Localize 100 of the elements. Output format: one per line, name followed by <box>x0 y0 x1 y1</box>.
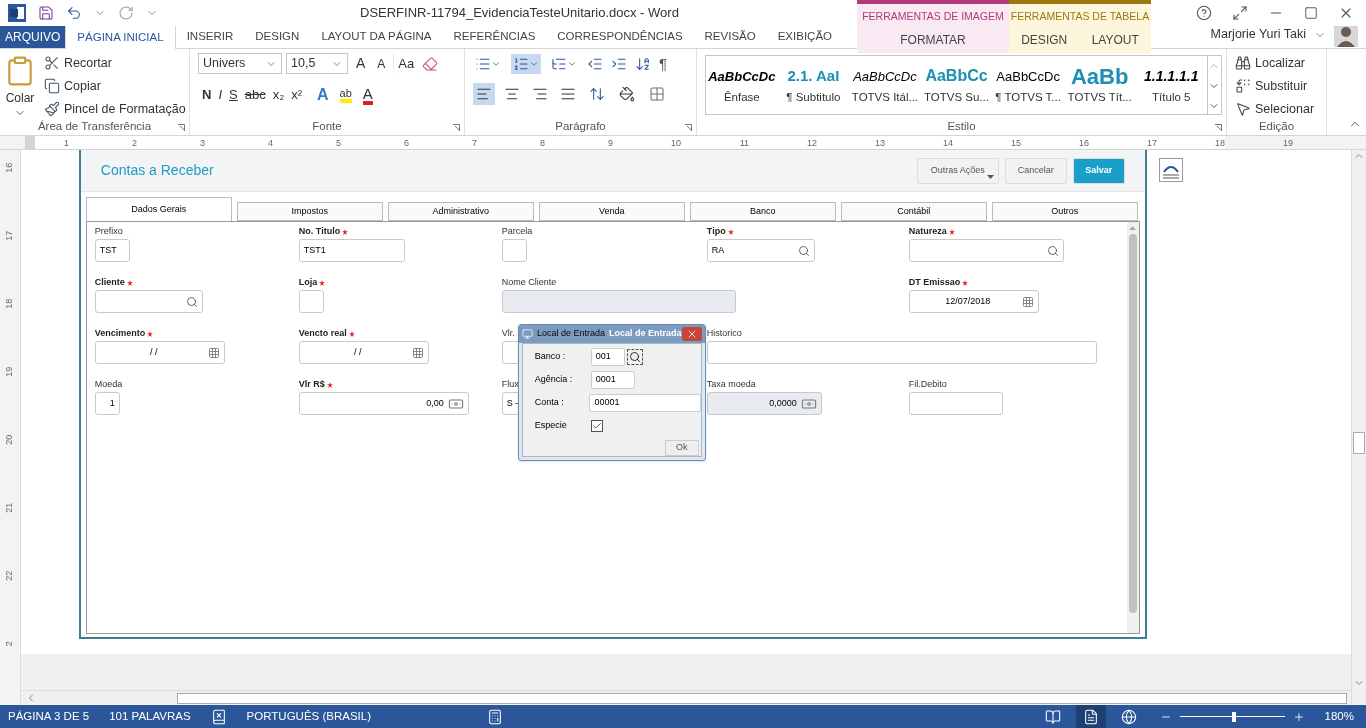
ribbon-tab[interactable]: CORRESPONDÊNCIAS <box>546 25 694 48</box>
format-button[interactable]: x² <box>291 85 303 105</box>
calendar-icon[interactable] <box>207 346 220 359</box>
change-case-button[interactable]: Aa <box>393 53 419 74</box>
ribbon-tab[interactable]: DESIGN <box>1013 28 1076 51</box>
input-field[interactable] <box>706 341 1097 364</box>
calendar-icon[interactable] <box>411 346 424 359</box>
font-name-field[interactable]: Univers <box>198 53 282 74</box>
macro-icon[interactable] <box>487 708 503 725</box>
sort-icon[interactable] <box>635 56 651 73</box>
input-field[interactable]: TST <box>94 239 130 262</box>
close-button[interactable] <box>681 327 702 341</box>
input-field[interactable] <box>501 239 527 262</box>
editing-button[interactable]: Substituir <box>1235 76 1322 96</box>
search-icon[interactable] <box>797 244 810 257</box>
input-field[interactable] <box>298 290 324 313</box>
dialog-launcher-icon[interactable] <box>1215 124 1222 131</box>
redo-icon[interactable] <box>118 5 134 21</box>
style-item[interactable]: AaBb TOTVS Tít... <box>1063 56 1136 114</box>
file-tab[interactable]: ARQUIVO <box>0 25 66 48</box>
format-button[interactable]: abc <box>244 85 266 105</box>
style-item[interactable]: 2.1. AaI ¶ Subtitulo <box>777 56 850 114</box>
clipboard-button[interactable]: Pincel de Formatação <box>44 99 186 119</box>
undo-icon[interactable] <box>66 5 82 21</box>
help-icon[interactable] <box>1196 5 1212 21</box>
list-button[interactable] <box>511 54 541 75</box>
shrink-font-button[interactable]: A <box>373 54 390 73</box>
input-field[interactable] <box>908 392 1003 415</box>
text-effects-button[interactable]: A <box>317 83 329 107</box>
form-tab[interactable]: Outros <box>991 202 1138 221</box>
language[interactable]: PORTUGUÊS (BRASIL) <box>246 707 371 726</box>
zoom-level[interactable]: 180% <box>1324 707 1354 726</box>
input-field[interactable]: 0,00 <box>298 392 469 415</box>
form-tab[interactable]: Venda <box>538 202 685 221</box>
save-icon[interactable] <box>38 5 54 21</box>
format-button[interactable]: S <box>229 85 238 105</box>
paste-button[interactable]: Colar <box>4 53 36 119</box>
ribbon-tab[interactable]: LAYOUT <box>1083 28 1147 51</box>
zoom-in-icon[interactable] <box>1292 710 1305 723</box>
ribbon-display-icon[interactable] <box>1232 5 1248 21</box>
form-tab[interactable]: Banco <box>689 202 836 221</box>
word-logo-icon[interactable] <box>8 4 26 22</box>
form-tab[interactable]: Contábil <box>840 202 987 221</box>
shading-icon[interactable] <box>619 85 635 102</box>
ribbon-tab[interactable]: REFERÊNCIAS <box>442 25 547 48</box>
font-color-button[interactable]: A <box>362 85 373 105</box>
form-tab[interactable]: Administrativo <box>387 202 534 221</box>
form-tab[interactable]: Impostos <box>236 202 383 221</box>
search-button[interactable] <box>626 349 643 365</box>
input-field[interactable]: RA <box>706 239 815 262</box>
scroll-thumb[interactable] <box>1352 432 1365 454</box>
show-marks-button[interactable]: ¶ <box>659 53 668 76</box>
format-button[interactable]: I <box>218 85 222 105</box>
proofing-icon[interactable] <box>210 708 227 725</box>
vertical-ruler[interactable]: 16 17 18 19 20 21 22 2 <box>0 150 21 705</box>
ribbon-tab[interactable]: LAYOUT DA PÁGINA <box>310 25 443 48</box>
editing-button[interactable]: Selecionar <box>1235 99 1322 119</box>
input-field[interactable]: 1 <box>94 392 120 415</box>
maximize-icon[interactable] <box>1304 6 1318 20</box>
scrollbar[interactable] <box>1126 222 1139 633</box>
input-field[interactable] <box>908 239 1064 262</box>
line-spacing-icon[interactable] <box>589 85 605 102</box>
calendar-icon[interactable] <box>1021 295 1034 308</box>
style-item[interactable]: AaBbCc TOTVS Su... <box>920 56 993 114</box>
dialog-launcher-icon[interactable] <box>685 124 692 131</box>
format-button[interactable]: N <box>202 85 212 105</box>
ribbon-tab[interactable]: EXIBIÇÃO <box>766 25 844 48</box>
ribbon-tab[interactable]: INSERIR <box>175 25 245 48</box>
style-item[interactable]: AaBbCcDc Ênfase <box>706 56 778 114</box>
dialog-launcher-icon[interactable] <box>453 124 460 131</box>
style-item[interactable]: AaBbCcDc TOTVS Itál... <box>849 56 921 114</box>
input-field[interactable]: 001 <box>590 348 625 366</box>
checkbox[interactable] <box>590 420 603 432</box>
layout-options-icon[interactable] <box>1158 158 1183 182</box>
input-field[interactable] <box>94 290 203 313</box>
highlight-button[interactable]: ab <box>339 87 352 103</box>
clipboard-button[interactable]: Copiar <box>44 76 186 96</box>
alignment-button[interactable] <box>473 82 495 105</box>
search-icon[interactable] <box>1046 244 1059 257</box>
input-field[interactable]: / / <box>94 341 225 364</box>
style-item[interactable]: 1.1.1.1.1 Título 5 <box>1135 56 1208 114</box>
input-field[interactable]: 0,0000 <box>706 392 822 415</box>
action-button[interactable]: Cancelar <box>1004 157 1067 184</box>
input-field[interactable]: 00001 <box>589 394 701 412</box>
input-field[interactable]: 12/07/2018 <box>908 290 1039 313</box>
form-tab[interactable]: Dados Gerais <box>85 197 232 222</box>
scroll-up-icon[interactable] <box>1129 226 1137 230</box>
search-icon[interactable] <box>185 295 198 308</box>
ribbon-tab[interactable]: PÁGINA INICIAL <box>65 25 176 49</box>
input-field[interactable]: / / <box>298 341 429 364</box>
input-field[interactable] <box>501 290 736 313</box>
clipboard-button[interactable]: Recortar <box>44 53 186 73</box>
style-item[interactable]: AaBbCcDc ¶ TOTVS T... <box>992 56 1064 114</box>
horizontal-scrollbar[interactable] <box>20 690 1351 705</box>
grow-font-button[interactable]: A <box>352 53 370 74</box>
eraser-icon[interactable] <box>422 55 439 72</box>
input-field[interactable]: TST1 <box>298 239 405 262</box>
view-button[interactable] <box>1075 705 1106 728</box>
ribbon-tab[interactable]: REVISÃO <box>693 25 767 48</box>
font-size-field[interactable]: 10,5 <box>286 53 348 74</box>
